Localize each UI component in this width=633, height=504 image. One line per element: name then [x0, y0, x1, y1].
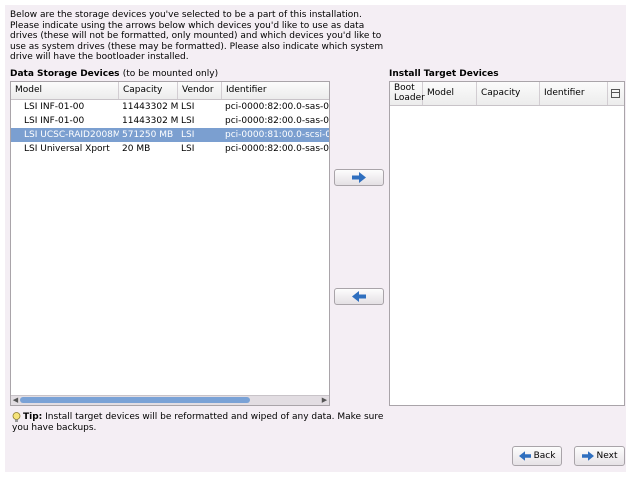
cell-capacity: 11443302 MB: [122, 102, 178, 112]
cell-vendor: LSI: [181, 144, 195, 154]
intro-text: Below are the storage devices you've sel…: [10, 10, 384, 62]
cell-identifier: pci-0000:82:00.0-sas-0x50: [225, 144, 329, 154]
cell-identifier: pci-0000:81:00.0-scsi-0:2:0: [225, 130, 329, 140]
scrollbar-thumb[interactable]: [20, 397, 250, 403]
column-chooser-icon[interactable]: [611, 89, 620, 98]
cell-identifier: pci-0000:82:00.0-sas-0x50: [225, 116, 329, 126]
back-button-label: Back: [533, 451, 556, 461]
cell-vendor: LSI: [181, 116, 195, 126]
scroll-right-icon[interactable]: ▶: [320, 396, 329, 405]
column-header-model[interactable]: Model: [423, 82, 477, 105]
arrow-right-icon: [352, 172, 366, 183]
table-row[interactable]: LSI Universal Xport 20 MB LSI pci-0000:8…: [11, 142, 329, 156]
arrow-left-icon: [352, 291, 366, 302]
table-row[interactable]: LSI INF-01-00 11443302 MB LSI pci-0000:8…: [11, 100, 329, 114]
cell-model: LSI INF-01-00: [24, 116, 85, 126]
install-devices-title: Install Target Devices: [389, 69, 499, 79]
column-header-capacity[interactable]: Capacity: [119, 82, 178, 99]
move-to-data-button[interactable]: [334, 288, 384, 305]
table-row[interactable]: LSI INF-01-00 11443302 MB LSI pci-0000:8…: [11, 114, 329, 128]
cell-vendor: LSI: [181, 102, 195, 112]
cell-vendor: LSI: [181, 130, 195, 140]
back-button[interactable]: Back: [512, 446, 562, 466]
column-header-capacity[interactable]: Capacity: [477, 82, 540, 105]
data-devices-table[interactable]: Model Capacity Vendor Identifier LSI INF…: [10, 81, 330, 406]
cell-model: LSI Universal Xport: [24, 144, 110, 154]
data-devices-title: Data Storage Devices (to be mounted only…: [10, 69, 218, 79]
cell-identifier: pci-0000:82:00.0-sas-0x50: [225, 102, 329, 112]
arrow-right-icon: [581, 451, 594, 461]
cell-model: LSI INF-01-00: [24, 102, 85, 112]
data-devices-title-text: Data Storage Devices: [10, 69, 120, 79]
table-row-selected[interactable]: LSI UCSC-RAID2008MBi 571250 MB LSI pci-0…: [11, 128, 329, 142]
data-devices-header: Model Capacity Vendor Identifier: [11, 82, 329, 100]
column-header-identifier[interactable]: Identifier: [540, 82, 608, 105]
column-header-boot-loader[interactable]: Boot Loader: [390, 82, 425, 105]
column-header-model[interactable]: Model: [11, 82, 119, 99]
cell-capacity: 20 MB: [122, 144, 151, 154]
install-devices-header: Boot Loader Model Capacity Identifier: [390, 82, 624, 106]
arrow-left-icon: [518, 451, 531, 461]
tip-label: Tip:: [23, 412, 43, 422]
install-devices-table[interactable]: Boot Loader Model Capacity Identifier: [389, 81, 625, 406]
column-header-vendor[interactable]: Vendor: [178, 82, 222, 99]
lightbulb-icon: [12, 412, 21, 422]
tip: Tip: Install target devices will be refo…: [12, 412, 392, 434]
cell-capacity: 11443302 MB: [122, 116, 178, 126]
next-button[interactable]: Next: [574, 446, 625, 466]
cell-model: LSI UCSC-RAID2008MBi: [24, 130, 119, 140]
scroll-left-icon[interactable]: ◀: [11, 396, 20, 405]
move-to-install-button[interactable]: [334, 169, 384, 186]
tip-text: Install target devices will be reformatt…: [12, 412, 384, 433]
horizontal-scrollbar[interactable]: ◀ ▶: [11, 395, 329, 405]
data-devices-note: (to be mounted only): [122, 69, 219, 79]
column-header-identifier[interactable]: Identifier: [222, 82, 329, 99]
next-button-label: Next: [596, 451, 618, 461]
cell-capacity: 571250 MB: [122, 130, 174, 140]
